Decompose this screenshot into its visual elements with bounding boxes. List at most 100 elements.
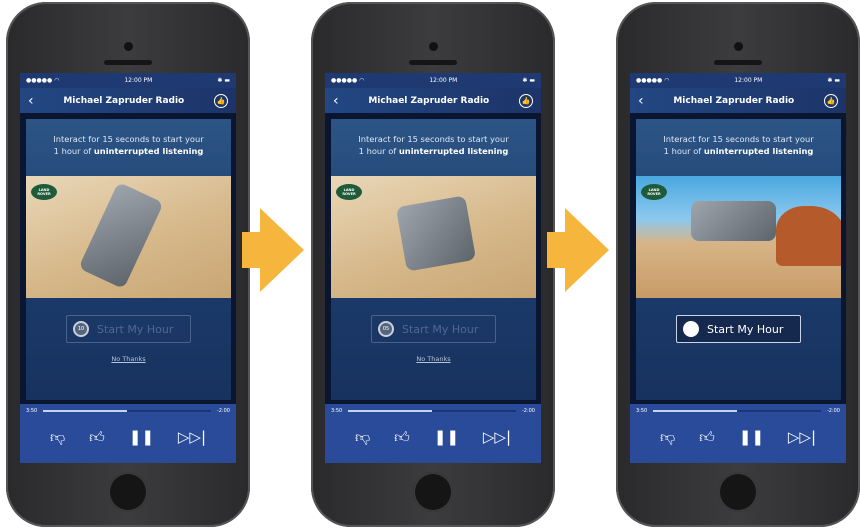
status-time: 12:00 PM <box>124 77 153 84</box>
pause-icon[interactable]: ❚❚ <box>434 428 459 447</box>
ad-card: Interact for 15 seconds to start your 1 h… <box>26 119 231 400</box>
rock-image <box>776 206 841 266</box>
nav-bar: ‹ Michael Zapruder Radio 👍 <box>325 88 541 113</box>
cta-label: Start My Hour <box>97 322 174 336</box>
elapsed-time: 3:50 <box>331 408 343 414</box>
thumbprint-icon[interactable]: 👍 <box>213 93 228 108</box>
phone-3: ●●●●● ◠ 12:00 PM ✱ ▬ ‹ Michael Zapruder Rad… <box>616 2 860 527</box>
phone-1: ●●●●● ◠ 12:00 PM ✱ ▬ ‹ Michael Zapruder Rad… <box>6 2 250 527</box>
home-button[interactable] <box>718 472 758 512</box>
cta-area: 10 Start My Hour No Thanks <box>26 298 231 400</box>
remaining-time: -2:00 <box>826 408 840 414</box>
thumbs-up-icon[interactable]: 👍︎ <box>394 428 410 447</box>
signal-icon: ●●●●● ◠ <box>636 77 670 84</box>
elapsed-time: 3:50 <box>636 408 648 414</box>
thumbs-up-icon[interactable]: 👍︎ <box>89 428 105 447</box>
arrow-2 <box>547 208 609 292</box>
skip-icon[interactable]: ▷▷| <box>178 428 206 447</box>
remaining-time: -2:00 <box>216 408 230 414</box>
ad-message: Interact for 15 seconds to start your 1 h… <box>26 119 231 176</box>
pause-icon[interactable]: ❚❚ <box>739 428 764 447</box>
message-line1: Interact for 15 seconds to start your <box>53 134 204 144</box>
pause-icon[interactable]: ❚❚ <box>129 428 154 447</box>
ad-message: Interact for 15 seconds to start your 1 h… <box>331 119 536 176</box>
video-ad[interactable]: LAND ROVER <box>331 176 536 298</box>
message-line2: 1 hour of <box>663 146 704 156</box>
message-line1: Interact for 15 seconds to start your <box>663 134 814 144</box>
thumbs-down-icon[interactable]: 👎︎ <box>660 428 675 447</box>
ad-message: Interact for 15 seconds to start your 1 h… <box>636 119 841 176</box>
player-bar: 3:50 -2:00 👎︎ 👍︎ ❚❚ ▷▷| <box>20 404 236 463</box>
player-bar: 3:50 -2:00 👎︎ 👍︎ ❚❚ ▷▷| <box>325 404 541 463</box>
video-ad[interactable]: LAND ROVER <box>26 176 231 298</box>
back-icon[interactable]: ‹ <box>638 93 644 109</box>
front-camera <box>734 42 743 51</box>
progress-bar[interactable] <box>348 410 516 412</box>
front-camera <box>429 42 438 51</box>
cta-area: 05 Start My Hour No Thanks <box>331 298 536 400</box>
ad-card: Interact for 15 seconds to start your 1 h… <box>636 119 841 400</box>
nav-bar: ‹ Michael Zapruder Radio 👍 <box>630 88 846 113</box>
cta-label: Start My Hour <box>707 322 784 336</box>
signal-icon: ●●●●● ◠ <box>331 77 365 84</box>
thumbs-up-icon[interactable]: 👍︎ <box>699 428 715 447</box>
battery-icon: ✱ ▬ <box>217 77 230 84</box>
start-my-hour-button[interactable]: Start My Hour <box>676 315 801 343</box>
earpiece-speaker <box>714 60 762 65</box>
player-bar: 3:50 -2:00 👎︎ 👍︎ ❚❚ ▷▷| <box>630 404 846 463</box>
status-bar: ●●●●● ◠ 12:00 PM ✱ ▬ <box>630 73 846 88</box>
message-line1: Interact for 15 seconds to start your <box>358 134 509 144</box>
land-rover-logo: LAND ROVER <box>641 184 667 200</box>
thumbs-down-icon[interactable]: 👎︎ <box>355 428 370 447</box>
message-bold: uninterrupted listening <box>398 146 509 156</box>
phone-screen: ●●●●● ◠ 12:00 PM ✱ ▬ ‹ Michael Zapruder Rad… <box>325 73 541 463</box>
progress-bar[interactable] <box>43 410 211 412</box>
phone-2: ●●●●● ◠ 12:00 PM ✱ ▬ ‹ Michael Zapruder Rad… <box>311 2 555 527</box>
car-image <box>691 201 776 241</box>
message-line2: 1 hour of <box>358 146 399 156</box>
battery-icon: ✱ ▬ <box>827 77 840 84</box>
status-time: 12:00 PM <box>734 77 763 84</box>
message-line2: 1 hour of <box>53 146 94 156</box>
elapsed-time: 3:50 <box>26 408 38 414</box>
nav-bar: ‹ Michael Zapruder Radio 👍 <box>20 88 236 113</box>
phone-screen: ●●●●● ◠ 12:00 PM ✱ ▬ ‹ Michael Zapruder Rad… <box>630 73 846 463</box>
home-button[interactable] <box>108 472 148 512</box>
cta-label: Start My Hour <box>402 322 479 336</box>
car-image <box>395 195 477 272</box>
home-button[interactable] <box>413 472 453 512</box>
countdown-timer: 10 <box>73 321 89 337</box>
status-bar: ●●●●● ◠ 12:00 PM ✱ ▬ <box>20 73 236 88</box>
thumbprint-icon[interactable]: 👍 <box>823 93 838 108</box>
back-icon[interactable]: ‹ <box>333 93 339 109</box>
start-my-hour-button[interactable]: 10 Start My Hour <box>66 315 191 343</box>
status-bar: ●●●●● ◠ 12:00 PM ✱ ▬ <box>325 73 541 88</box>
countdown-timer <box>683 321 699 337</box>
skip-icon[interactable]: ▷▷| <box>483 428 511 447</box>
status-time: 12:00 PM <box>429 77 458 84</box>
back-icon[interactable]: ‹ <box>28 93 34 109</box>
progress-bar[interactable] <box>653 410 821 412</box>
earpiece-speaker <box>104 60 152 65</box>
station-title: Michael Zapruder Radio <box>673 95 795 106</box>
phone-screen: ●●●●● ◠ 12:00 PM ✱ ▬ ‹ Michael Zapruder Rad… <box>20 73 236 463</box>
message-bold: uninterrupted listening <box>703 146 814 156</box>
battery-icon: ✱ ▬ <box>522 77 535 84</box>
no-thanks-link[interactable]: No Thanks <box>331 355 536 363</box>
remaining-time: -2:00 <box>521 408 535 414</box>
thumbprint-icon[interactable]: 👍 <box>518 93 533 108</box>
message-bold: uninterrupted listening <box>93 146 204 156</box>
video-ad[interactable]: LAND ROVER <box>636 176 841 298</box>
land-rover-logo: LAND ROVER <box>31 184 57 200</box>
ad-card: Interact for 15 seconds to start your 1 h… <box>331 119 536 400</box>
earpiece-speaker <box>409 60 457 65</box>
start-my-hour-button[interactable]: 05 Start My Hour <box>371 315 496 343</box>
land-rover-logo: LAND ROVER <box>336 184 362 200</box>
thumbs-down-icon[interactable]: 👎︎ <box>50 428 65 447</box>
station-title: Michael Zapruder Radio <box>368 95 490 106</box>
no-thanks-link[interactable]: No Thanks <box>26 355 231 363</box>
skip-icon[interactable]: ▷▷| <box>788 428 816 447</box>
signal-icon: ●●●●● ◠ <box>26 77 60 84</box>
car-image <box>78 181 164 290</box>
arrow-1 <box>242 208 304 292</box>
